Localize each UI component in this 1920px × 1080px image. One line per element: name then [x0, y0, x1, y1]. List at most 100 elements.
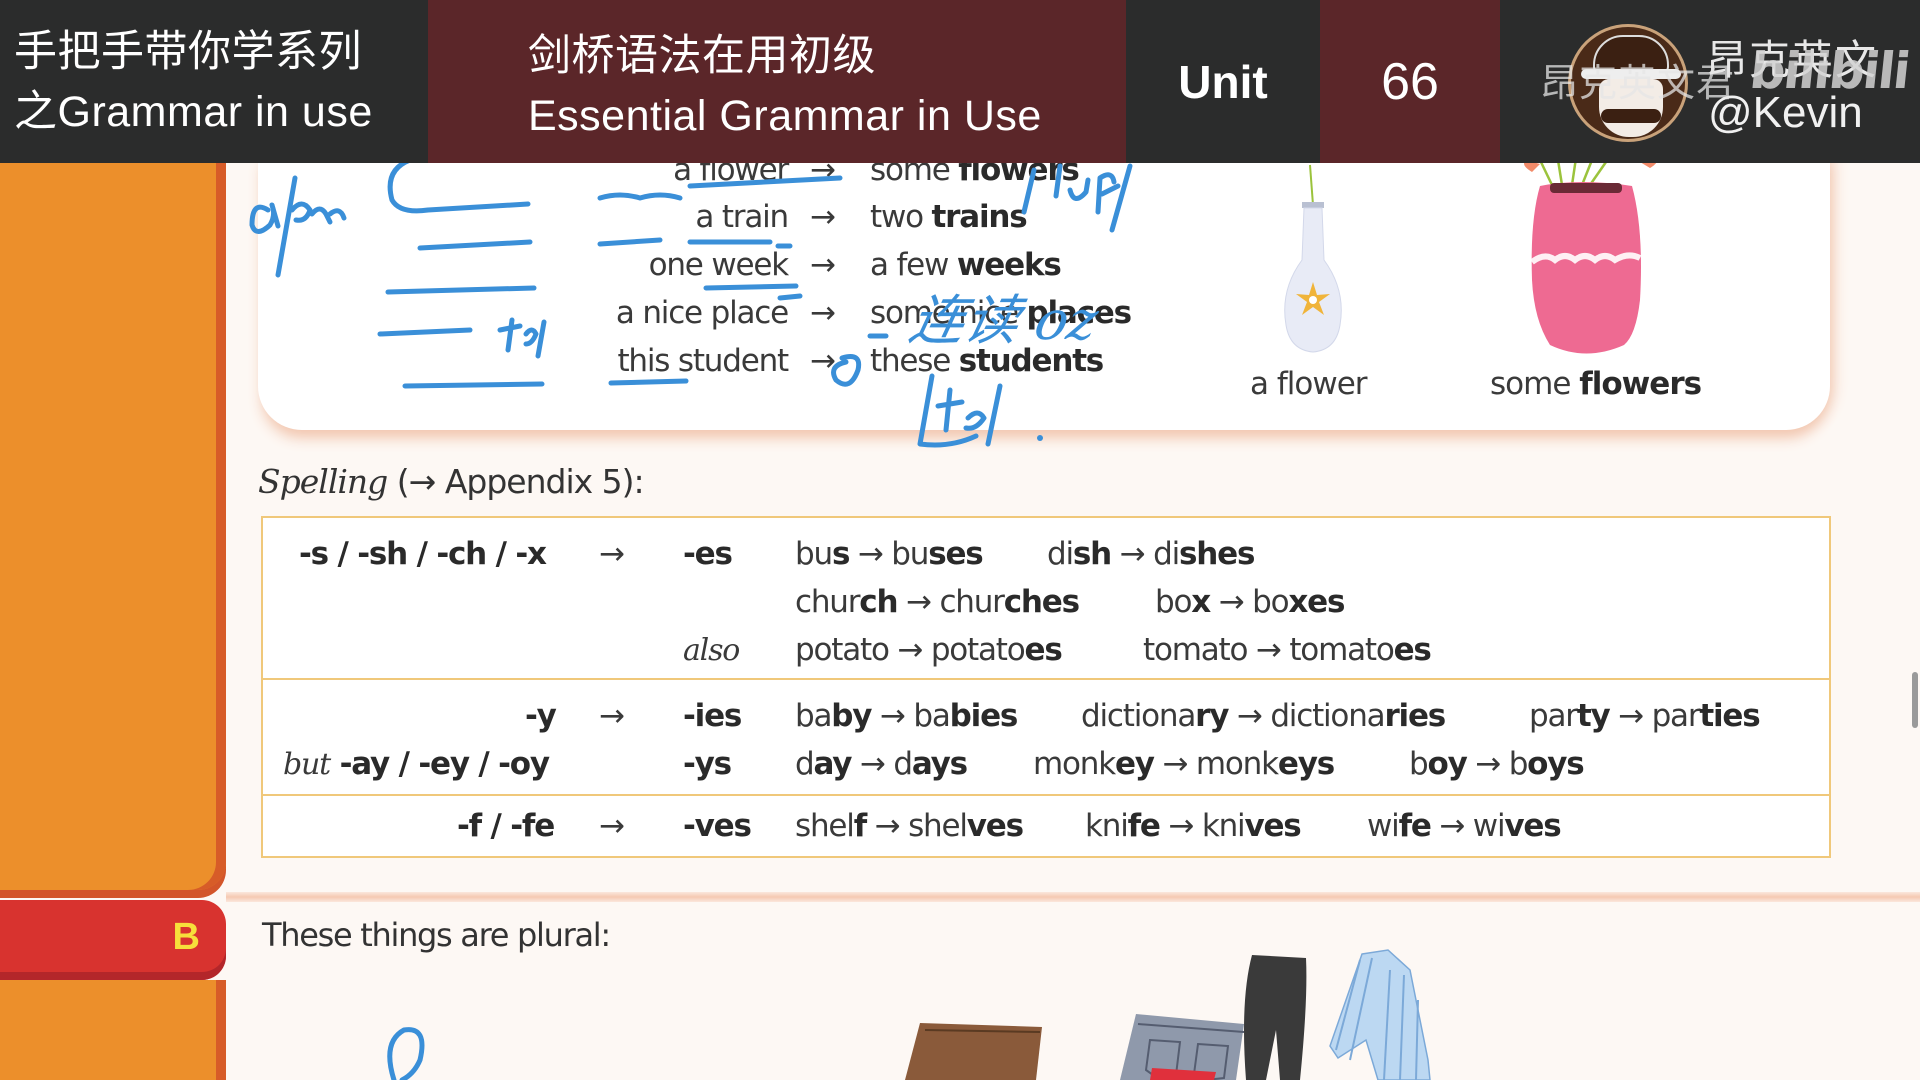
bilibili-logo-icon: bilibili	[1746, 42, 1912, 100]
scrollbar-thumb[interactable]	[1912, 672, 1918, 728]
plural-bold: ves	[1504, 808, 1561, 844]
plural-bold: ches	[1003, 584, 1080, 620]
pyjamas-image	[1329, 949, 1431, 1080]
rule-ending: -ves	[683, 808, 752, 844]
base: chur	[795, 584, 861, 620]
ink-loop-mark	[387, 1027, 425, 1080]
rule-suffixes: -s / -sh / -ch / -x	[299, 536, 547, 572]
base-bold: ry	[1195, 698, 1229, 734]
plural-bold: ves	[1244, 808, 1301, 844]
example-pair: dish → dishes	[1047, 536, 1255, 572]
example-row: this student → these students	[258, 343, 1104, 383]
arrow-icon: →	[599, 698, 625, 734]
caption-plural-prefix: some	[1490, 366, 1580, 402]
base-bold: by	[831, 698, 872, 734]
plural: kni	[1201, 808, 1246, 844]
base: wi	[1367, 808, 1400, 844]
video-title-bar: 手把手带你学系列 之Grammar in use 剑桥语法在用初级 Essent…	[0, 0, 1920, 163]
series-title-line2: 之Grammar in use	[14, 88, 373, 136]
plural: bu	[891, 536, 929, 572]
caption-plural: some flowers	[1490, 366, 1702, 402]
mustache-shape	[1601, 109, 1661, 123]
sub-rule-suffixes: -ay / -ey / -oy	[329, 746, 551, 782]
base-bold: sh	[1072, 536, 1112, 572]
base-bold: fe	[1398, 808, 1432, 844]
section-b-intro: These things are plural:	[262, 916, 611, 954]
sub-rule-ending: -ys	[683, 746, 732, 782]
plural-bold: oys	[1527, 746, 1585, 782]
ink-dot	[1037, 435, 1043, 441]
plural: di	[1153, 536, 1180, 572]
plural: wi	[1472, 808, 1506, 844]
ending-text: -ves	[683, 808, 752, 844]
base: b	[1409, 746, 1429, 782]
book-title-line2: Essential Grammar in Use	[528, 92, 1042, 140]
book-title: 剑桥语法在用初级 Essential Grammar in Use	[428, 0, 1126, 163]
spelling-table: -s / -sh / -ch / -x → -es bus → buses di…	[261, 516, 1831, 858]
example-pair: monkey → monkeys	[1033, 746, 1335, 782]
rule-text: -s / -sh / -ch / -x	[299, 536, 547, 572]
plural: shel	[908, 808, 968, 844]
section-divider	[226, 892, 1920, 902]
unit-number-text: 66	[1381, 52, 1439, 111]
plural-word: trains	[931, 199, 1028, 235]
base: shel	[795, 808, 855, 844]
caption-single: a flower	[1250, 366, 1368, 402]
sub-rule-text: but -ay / -ey / -oy	[283, 746, 551, 782]
base-bold: ay	[813, 746, 852, 782]
base: monk	[1033, 746, 1116, 782]
plural: potato	[930, 632, 1026, 668]
plural-bold: ties	[1699, 698, 1760, 734]
plural: b	[1508, 746, 1529, 782]
example-pair: wife → wives	[1367, 808, 1562, 844]
plural-bold: xes	[1288, 584, 1345, 620]
example-pair: potato → potatoes	[795, 632, 1063, 668]
example-pair: tomato → tomatoes	[1143, 632, 1432, 668]
example-pair: party → parties	[1529, 698, 1761, 734]
example-pair: baby → babies	[795, 698, 1019, 734]
base: bu	[795, 536, 833, 572]
base-bold: s	[831, 536, 850, 572]
base-bold: ch	[859, 584, 898, 620]
base-bold: fe	[1127, 808, 1161, 844]
arrow-icon: →	[599, 808, 625, 844]
ending-text: -ys	[683, 746, 732, 782]
example-pair: boy → boys	[1409, 746, 1585, 782]
plural-bold: es	[1024, 632, 1063, 668]
example-pair: box → boxes	[1155, 584, 1345, 620]
example-pair: knife → knives	[1085, 808, 1302, 844]
plural-bold: es	[1393, 632, 1432, 668]
base-bold: ey	[1114, 746, 1155, 782]
plural-bold: bies	[949, 698, 1019, 734]
arrow-icon: →	[810, 199, 836, 235]
base: bo	[1155, 584, 1192, 620]
book-title-line1: 剑桥语法在用初级	[528, 32, 876, 80]
ink-chinese-note: 连读 oz	[904, 289, 1104, 352]
channel-brand: 昂克英文 @Kevin 昂克英文君 bilibili	[1500, 0, 1920, 163]
plural: tomato	[1289, 632, 1394, 668]
arrow-icon: →	[810, 247, 836, 283]
table-divider	[263, 678, 1829, 680]
section-a-tab	[0, 150, 226, 890]
base: ba	[795, 698, 832, 734]
base-bold: ty	[1576, 698, 1611, 734]
section-b-tab-body	[0, 980, 226, 1080]
series-title-line1: 手把手带你学系列	[14, 28, 362, 76]
watermark-text: 昂克英文君	[1540, 61, 1736, 105]
plural-bold: ves	[966, 808, 1024, 844]
plural: par	[1651, 698, 1701, 734]
jeans-image	[1120, 1014, 1245, 1080]
plural: monk	[1195, 746, 1279, 782]
unit-label: Unit	[1126, 0, 1320, 163]
spelling-heading-rest: (→ Appendix 5):	[387, 462, 645, 501]
caption-plural-word: flowers	[1579, 366, 1702, 402]
rule-text: -y	[525, 698, 557, 734]
series-title: 手把手带你学系列 之Grammar in use	[0, 0, 428, 163]
table-divider	[263, 794, 1829, 796]
plural-bold: ries	[1384, 698, 1446, 734]
plural: chur	[939, 584, 1005, 620]
example-singular: a nice place	[615, 295, 789, 331]
section-b-letter: B	[172, 916, 200, 958]
plural-bold: ays	[911, 746, 968, 782]
plural-bold: ses	[928, 536, 984, 572]
